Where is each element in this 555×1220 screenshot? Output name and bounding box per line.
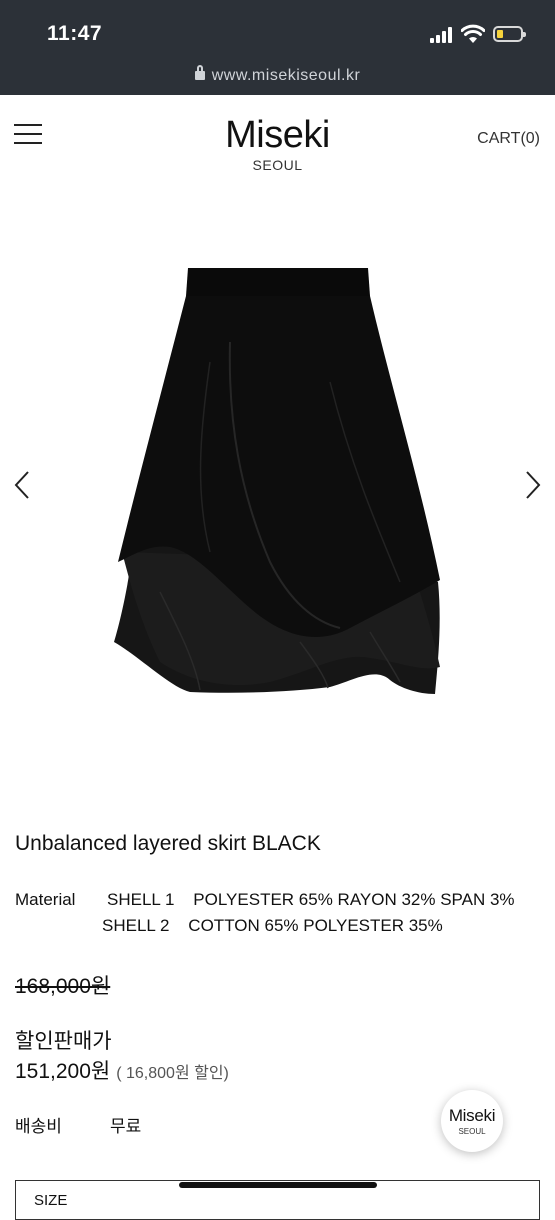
- home-indicator[interactable]: [179, 1182, 377, 1188]
- sale-price: 151,200원: [15, 1060, 111, 1083]
- floating-brand-button[interactable]: Miseki SEOUL: [441, 1090, 503, 1152]
- floating-brand-name: Miseki: [448, 1106, 496, 1125]
- lock-icon: [194, 65, 205, 80]
- battery-icon: [493, 26, 526, 42]
- browser-status-bar: 11:47 www.misekiseoul.kr: [0, 0, 555, 95]
- cart-link[interactable]: CART(0): [477, 130, 540, 148]
- material-label: Material: [15, 890, 76, 909]
- cellular-signal-icon: [430, 27, 456, 43]
- wifi-icon: [461, 24, 485, 43]
- url-text: www.misekiseoul.kr: [211, 67, 361, 84]
- brand-subtitle: SEOUL: [252, 157, 303, 173]
- brand-name: Miseki: [225, 114, 330, 156]
- chevron-left-icon[interactable]: [12, 470, 32, 500]
- original-price: 168,000원: [15, 975, 111, 998]
- product-image-skirt: [114, 268, 440, 694]
- material-line-1: SHELL 1 POLYESTER 65% RAYON 32% SPAN 3%: [107, 890, 515, 909]
- cart-label: CART: [477, 130, 521, 147]
- shipping-label: 배송비: [15, 1117, 62, 1136]
- shipping-value: 무료: [110, 1117, 142, 1136]
- address-bar[interactable]: www.misekiseoul.kr: [0, 65, 555, 85]
- clock-time: 11:47: [47, 22, 103, 45]
- cart-count: (0): [520, 130, 540, 147]
- chevron-right-icon[interactable]: [523, 470, 543, 500]
- material-info: Material SHELL 1 POLYESTER 65% RAYON 32% …: [15, 890, 515, 942]
- floating-brand-sub: SEOUL: [458, 1127, 486, 1136]
- sale-price-label: 할인판매가: [15, 1030, 112, 1053]
- material-line-2: SHELL 2 COTTON 65% POLYESTER 35%: [102, 916, 443, 935]
- brand-logo[interactable]: Miseki SEOUL: [0, 113, 555, 173]
- product-title: Unbalanced layered skirt BLACK: [15, 832, 321, 855]
- discount-amount: ( 16,800원 할인): [116, 1065, 229, 1082]
- sale-price-row: 151,200원 ( 16,800원 할인): [15, 1055, 229, 1085]
- size-label: SIZE: [34, 1192, 68, 1209]
